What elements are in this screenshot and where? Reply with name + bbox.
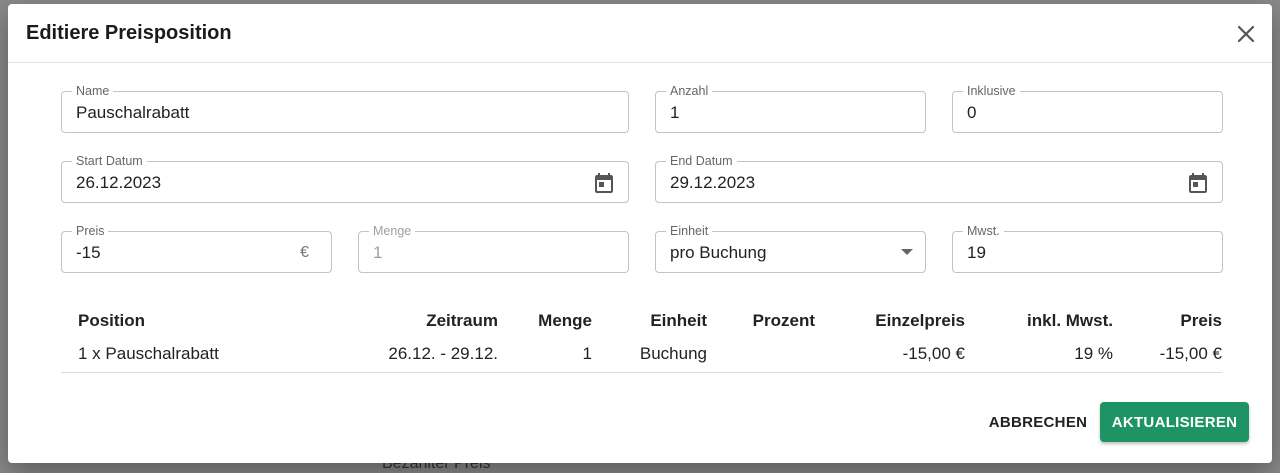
update-button[interactable]: AKTUALISIEREN [1100, 402, 1249, 442]
end-date-value: 29.12.2023 [670, 173, 756, 192]
cell-einzelpreis: -15,00 € [815, 336, 965, 373]
currency-suffix: € [300, 244, 309, 261]
inklusive-field[interactable]: Inklusive 0 [952, 84, 1223, 133]
calendar-icon[interactable] [1186, 171, 1210, 195]
cell-preis: -15,00 € [1113, 336, 1222, 373]
header-zeitraum: Zeitraum [426, 311, 498, 330]
start-date-label: Start Datum [72, 154, 147, 168]
positions-table: Position Zeitraum Menge Einheit Prozent … [61, 306, 1222, 373]
header-position: Position [78, 311, 146, 330]
header-einzelpreis: Einzelpreis [875, 311, 965, 330]
cell-menge: 1 [498, 336, 592, 373]
anzahl-field[interactable]: Anzahl 1 [655, 84, 926, 133]
menge-field: Menge 1 [358, 224, 629, 273]
edit-price-dialog: Editiere Preisposition Name Pauschalraba… [8, 4, 1272, 463]
einheit-label: Einheit [666, 224, 713, 238]
anzahl-label: Anzahl [666, 84, 713, 98]
dialog-header: Editiere Preisposition [8, 4, 1272, 63]
cell-zeitraum: 26.12. - 29.12. [271, 336, 498, 373]
name-value: Pauschalrabatt [76, 103, 190, 122]
preis-field[interactable]: Preis -15 € [61, 224, 332, 273]
close-icon[interactable] [1234, 22, 1258, 46]
mwst-label: Mwst. [963, 224, 1004, 238]
header-menge: Menge [538, 311, 592, 330]
einheit-select[interactable]: Einheit pro Buchung [655, 224, 926, 273]
end-date-label: End Datum [666, 154, 737, 168]
anzahl-value: 1 [670, 103, 680, 122]
preis-value: -15 [76, 243, 101, 262]
cancel-button[interactable]: ABBRECHEN [986, 404, 1090, 440]
inklusive-label: Inklusive [963, 84, 1020, 98]
menge-value: 1 [373, 243, 383, 262]
einheit-value: pro Buchung [670, 243, 767, 262]
table-header-row: Position Zeitraum Menge Einheit Prozent … [61, 306, 1222, 336]
calendar-icon[interactable] [592, 171, 616, 195]
cell-einheit: Buchung [592, 336, 707, 373]
name-label: Name [72, 84, 114, 98]
mwst-value: 19 [967, 243, 986, 262]
menge-label: Menge [369, 224, 416, 238]
start-date-value: 26.12.2023 [76, 173, 162, 192]
header-preis: Preis [1180, 311, 1222, 330]
mwst-field[interactable]: Mwst. 19 [952, 224, 1223, 273]
name-field[interactable]: Name Pauschalrabatt [61, 84, 629, 133]
start-date-field[interactable]: Start Datum 26.12.2023 [61, 154, 629, 203]
cell-prozent [707, 336, 815, 373]
cell-position: 1 x Pauschalrabatt [61, 336, 271, 373]
inklusive-value: 0 [967, 103, 977, 122]
header-prozent: Prozent [752, 311, 815, 330]
header-einheit: Einheit [650, 311, 707, 330]
table-row: 1 x Pauschalrabatt 26.12. - 29.12. 1 Buc… [61, 336, 1222, 373]
dropdown-arrow-icon[interactable] [901, 249, 913, 255]
end-date-field[interactable]: End Datum 29.12.2023 [655, 154, 1223, 203]
preis-label: Preis [72, 224, 109, 238]
header-inkl-mwst: inkl. Mwst. [1027, 311, 1113, 330]
cell-inkl-mwst: 19 % [965, 336, 1113, 373]
dialog-title: Editiere Preisposition [26, 22, 232, 44]
